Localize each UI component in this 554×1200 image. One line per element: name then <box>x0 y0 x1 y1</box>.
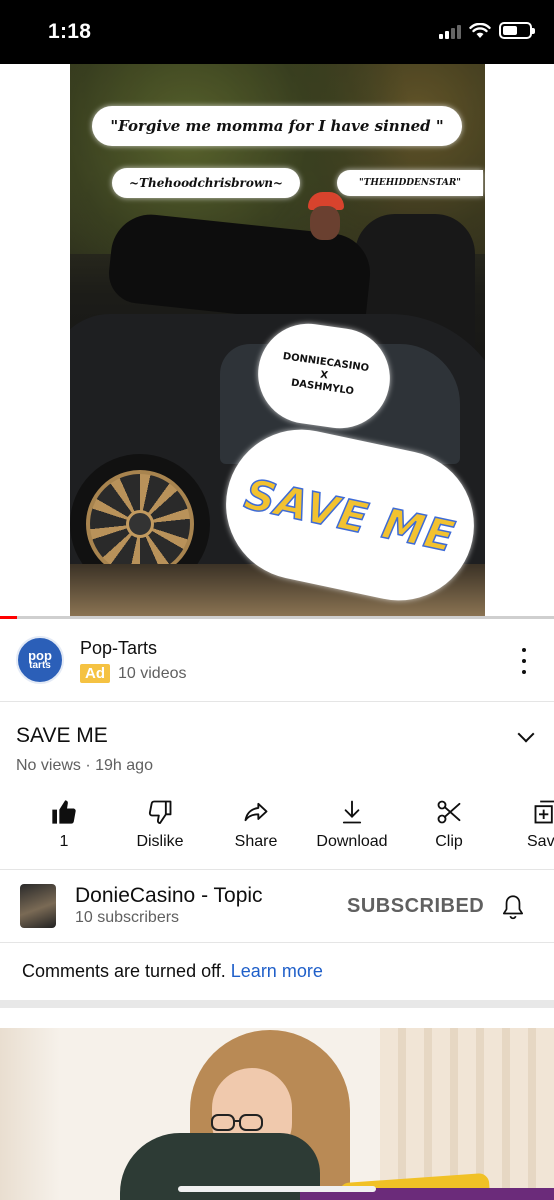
ad-video-count: 10 videos <box>118 664 187 682</box>
save-playlist-icon <box>534 800 554 824</box>
share-icon <box>244 802 268 822</box>
pop-tarts-logo[interactable]: pop tarts <box>16 636 64 684</box>
battery-icon <box>499 22 535 39</box>
save-button[interactable]: Sav <box>500 796 554 851</box>
expand-chevron-icon[interactable] <box>517 725 535 743</box>
action-bar: 1 Dislike Share Download Clip Sav <box>0 796 554 862</box>
cover-tag-right: "THEHIDDENSTAR" <box>337 170 483 196</box>
scissors-icon <box>437 800 461 824</box>
download-label: Download <box>316 833 388 850</box>
save-label: Sav <box>527 833 554 850</box>
download-icon <box>342 800 362 824</box>
status-icons <box>439 22 535 39</box>
divider <box>0 942 554 943</box>
channel-avatar[interactable] <box>20 884 56 928</box>
learn-more-link[interactable]: Learn more <box>231 961 323 981</box>
channel-subscribers: 10 subscribers <box>75 909 180 926</box>
divider <box>0 869 554 870</box>
status-time: 1:18 <box>48 20 92 43</box>
subscribed-button[interactable]: SUBSCRIBED <box>347 895 484 918</box>
share-label: Share <box>234 833 278 850</box>
video-meta: No views · 19h ago <box>16 757 153 774</box>
download-button[interactable]: Download <box>307 796 397 851</box>
like-button[interactable]: 1 <box>19 796 109 851</box>
dislike-label: Dislike <box>136 833 184 850</box>
thumbs-down-icon <box>148 800 172 825</box>
section-band <box>0 1000 554 1008</box>
bell-icon[interactable] <box>500 893 526 926</box>
like-count: 1 <box>59 833 69 850</box>
ad-row[interactable]: pop tarts Pop-Tarts Ad 10 videos <box>0 618 554 702</box>
more-options-icon[interactable] <box>518 648 530 674</box>
glasses-icon <box>211 1114 263 1131</box>
share-button[interactable]: Share <box>211 796 301 851</box>
thumbs-up-filled-icon <box>52 800 76 824</box>
clip-label: Clip <box>435 833 463 850</box>
status-bar: 1:18 <box>0 0 554 64</box>
channel-name[interactable]: DonieCasino - Topic <box>75 884 263 908</box>
promo-thumbnail[interactable] <box>0 1028 554 1200</box>
dislike-button[interactable]: Dislike <box>115 796 205 851</box>
video-player[interactable]: "Forgive me momma for I have sinned " ~T… <box>0 64 554 619</box>
cover-quote: "Forgive me momma for I have sinned " <box>92 106 462 146</box>
cover-big-title-text: SAVE ME <box>240 468 460 562</box>
comments-off-text: Comments are turned off. <box>22 961 226 981</box>
video-title[interactable]: SAVE ME <box>16 724 108 748</box>
cover-tag-left: ~Thehoodchrisbrown~ <box>112 168 300 198</box>
wifi-icon <box>469 22 491 38</box>
clip-button[interactable]: Clip <box>404 796 494 851</box>
video-cover-art: "Forgive me momma for I have sinned " ~T… <box>70 64 485 616</box>
ad-meta: Ad 10 videos <box>80 664 187 683</box>
comments-notice: Comments are turned off. Learn more <box>22 961 323 982</box>
ad-badge: Ad <box>80 664 110 683</box>
cellular-signal-icon <box>439 23 461 39</box>
home-indicator[interactable] <box>178 1186 376 1192</box>
ad-channel-name[interactable]: Pop-Tarts <box>80 638 157 659</box>
logo-text-tarts: tarts <box>29 660 51 672</box>
cover-artist-x: X <box>319 369 329 382</box>
